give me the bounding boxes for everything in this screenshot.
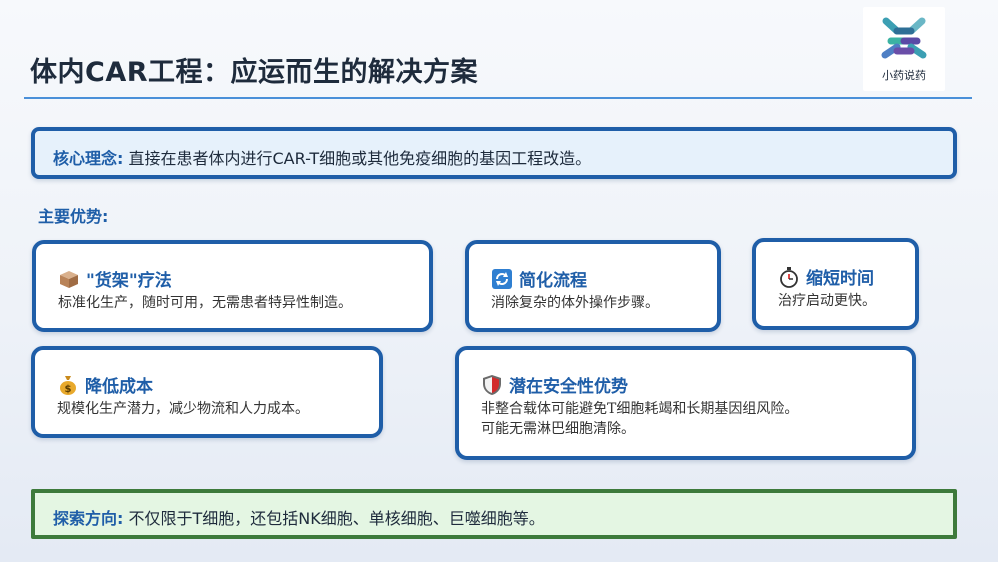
advantages-heading: 主要优势:	[38, 207, 109, 226]
core-concept-label: 核心理念:	[53, 149, 124, 168]
stopwatch-icon	[778, 266, 800, 288]
logo: 小药说药	[863, 7, 945, 91]
card-header: "货架"疗法	[58, 266, 172, 291]
explore-direction-label: 探索方向:	[53, 509, 124, 528]
money-bag-icon: $	[57, 374, 79, 396]
card-header: 简化流程	[491, 266, 587, 291]
card-title: "货架"疗法	[86, 271, 172, 291]
card-title: 简化流程	[519, 271, 587, 291]
advantage-card-simplify: 简化流程 消除复杂的体外操作步骤。	[465, 240, 721, 332]
refresh-icon	[491, 268, 513, 290]
core-concept-line: 核心理念: 直接在患者体内进行CAR-T细胞或其他免疫细胞的基因工程改造。	[53, 145, 591, 169]
explore-direction-text: 不仅限于T细胞，还包括NK细胞、单核细胞、巨噬细胞等。	[123, 509, 545, 528]
card-description: 标准化生产，随时可用，无需患者特异性制造。	[58, 295, 352, 311]
logo-text: 小药说药	[882, 69, 926, 82]
slide-title: 体内CAR工程：应运而生的解决方案	[30, 57, 479, 88]
core-concept-box: 核心理念: 直接在患者体内进行CAR-T细胞或其他免疫细胞的基因工程改造。	[31, 127, 957, 179]
shield-icon	[481, 374, 503, 396]
svg-text:$: $	[65, 384, 72, 395]
card-header: $ 降低成本	[57, 372, 153, 397]
card-title: 降低成本	[85, 377, 153, 397]
title-divider	[24, 97, 972, 99]
card-description-line-2: 可能无需淋巴细胞清除。	[481, 421, 635, 437]
package-icon	[58, 268, 80, 290]
card-title: 缩短时间	[806, 269, 874, 289]
card-description-line-1: 非整合载体可能避免T细胞耗竭和长期基因组风险。	[481, 401, 799, 417]
card-title: 潜在安全性优势	[509, 377, 628, 397]
logo-mark-icon	[881, 17, 927, 59]
advantage-card-shorten-time: 缩短时间 治疗启动更快。	[752, 238, 919, 330]
card-description: 规模化生产潜力，减少物流和人力成本。	[57, 401, 309, 417]
advantage-card-safety: 潜在安全性优势 非整合载体可能避免T细胞耗竭和长期基因组风险。 可能无需淋巴细胞…	[455, 346, 916, 460]
explore-direction-line: 探索方向: 不仅限于T细胞，还包括NK细胞、单核细胞、巨噬细胞等。	[53, 505, 545, 529]
explore-direction-box: 探索方向: 不仅限于T细胞，还包括NK细胞、单核细胞、巨噬细胞等。	[31, 489, 957, 539]
card-header: 缩短时间	[778, 264, 874, 289]
advantage-card-off-the-shelf: "货架"疗法 标准化生产，随时可用，无需患者特异性制造。	[32, 240, 433, 332]
advantage-card-reduce-cost: $ 降低成本 规模化生产潜力，减少物流和人力成本。	[31, 346, 383, 438]
card-header: 潜在安全性优势	[481, 372, 628, 397]
core-concept-text: 直接在患者体内进行CAR-T细胞或其他免疫细胞的基因工程改造。	[123, 149, 592, 168]
card-description: 消除复杂的体外操作步骤。	[491, 295, 659, 311]
card-description: 治疗启动更快。	[778, 293, 876, 309]
